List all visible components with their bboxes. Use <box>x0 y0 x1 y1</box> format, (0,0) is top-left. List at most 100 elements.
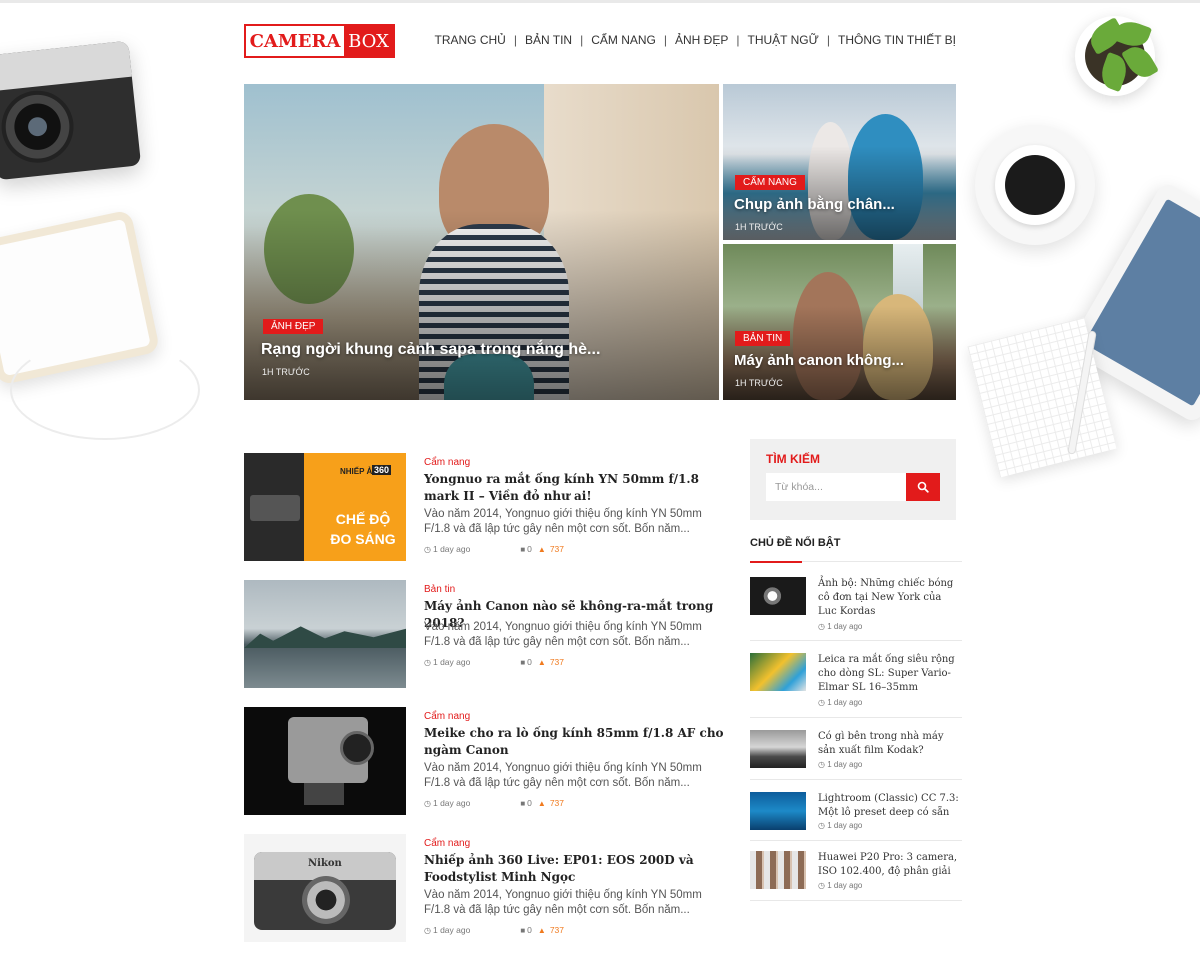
article-time: 1 day ago <box>432 798 471 808</box>
featured-thumbnail[interactable] <box>750 577 806 615</box>
featured-time: ◷ 1 day ago <box>818 821 863 830</box>
article-comments[interactable]: 0 <box>527 657 532 667</box>
hero-main-post[interactable]: ẢNH ĐẸP Rạng ngời khung cảnh sapa trong … <box>244 84 719 400</box>
thumb-title-line-2: ĐO SÁNG <box>330 531 396 547</box>
site-logo[interactable]: CAMERA BOX <box>244 24 395 58</box>
featured-title[interactable]: Ảnh bộ: Những chiếc bóng cô đơn tại New … <box>818 577 962 619</box>
fire-icon: ▲ <box>537 657 546 667</box>
hero-side-post-2[interactable]: BẢN TIN Máy ảnh canon không... 1H TRƯỚC <box>723 244 956 400</box>
article-views: 737 <box>549 798 565 808</box>
article-thumbnail[interactable] <box>244 580 406 688</box>
featured-time: ◷ 1 day ago <box>818 622 863 631</box>
featured-item: Huawei P20 Pro: 3 camera, ISO 102.400, đ… <box>750 851 962 901</box>
fire-icon: ▲ <box>537 798 546 808</box>
featured-item: Ảnh bộ: Những chiếc bóng cô đơn tại New … <box>750 577 962 641</box>
comment-icon: ■ <box>520 925 526 935</box>
article-title[interactable]: Meike cho ra lò ống kính 85mm f/1.8 AF c… <box>424 725 729 759</box>
nav-item-glossary[interactable]: THUẬT NGỮ <box>728 33 818 47</box>
coffee <box>1005 155 1065 215</box>
article-meta: ◷ 1 day ago ■ 0 ▲ 737 <box>424 925 564 935</box>
article-title[interactable]: Yongnuo ra mắt ống kính YN 50mm f/1.8 ma… <box>424 471 729 505</box>
article-category[interactable]: Bản tin <box>424 584 455 595</box>
article-meta: ◷ 1 day ago ■ 0 ▲ 737 <box>424 798 564 808</box>
search-widget: TÌM KIẾM <box>750 439 956 520</box>
featured-time-text: 1 day ago <box>827 821 863 830</box>
coffee-cup <box>995 145 1075 225</box>
article-meta: ◷ 1 day ago ■ 0 ▲ 737 <box>424 544 564 554</box>
plant-decoration <box>1075 16 1159 96</box>
hero-side-2-category-badge[interactable]: BẢN TIN <box>735 331 791 346</box>
main-nav: TRANG CHỦ BẢN TIN CẨM NANG ẢNH ĐẸP THUẬT… <box>435 33 957 47</box>
comment-icon: ■ <box>520 798 526 808</box>
search-heading: TÌM KIẾM <box>766 452 820 466</box>
nav-item-home[interactable]: TRANG CHỦ <box>435 33 506 47</box>
hero-side-1-category-badge[interactable]: CẨM NANG <box>735 175 805 190</box>
article-comments[interactable]: 0 <box>527 798 532 808</box>
article-thumbnail[interactable] <box>244 707 406 815</box>
featured-thumbnail[interactable] <box>750 792 806 830</box>
search-input[interactable] <box>766 473 906 501</box>
logo-text-box: BOX <box>344 26 393 56</box>
search-button[interactable] <box>906 473 940 501</box>
camera-decoration <box>0 40 142 181</box>
hero-side-2-time: 1H TRƯỚC <box>735 378 783 388</box>
thumb-rangefinder-lens <box>302 876 350 924</box>
featured-item: Leica ra mắt ống siêu rộng cho dòng SL: … <box>750 653 962 718</box>
article-title[interactable]: Nhiếp ảnh 360 Live: EP01: EOS 200D và Fo… <box>424 852 729 886</box>
thumb-title-line-1: CHẾ ĐỘ <box>335 511 391 527</box>
logo-text-camera: CAMERA <box>246 26 344 56</box>
hero-main-title[interactable]: Rạng ngời khung cảnh sapa trong nắng hè.… <box>261 341 600 359</box>
article-thumbnail[interactable]: NHIẾP ẢNH 360 CHẾ ĐỘ ĐO SÁNG <box>244 453 406 561</box>
featured-heading: CHỦ ĐỀ NỔI BẬT <box>750 537 841 549</box>
featured-divider-accent <box>750 561 802 563</box>
featured-time: ◷ 1 day ago <box>818 698 863 707</box>
article-category[interactable]: Cẩm nang <box>424 457 470 468</box>
article-category[interactable]: Cẩm nang <box>424 711 470 722</box>
featured-title[interactable]: Leica ra mắt ống siêu rộng cho dòng SL: … <box>818 653 962 695</box>
featured-time-text: 1 day ago <box>827 698 863 707</box>
camera-lens <box>0 87 78 167</box>
thumb-action-mount <box>304 783 344 805</box>
hero-side-1-time: 1H TRƯỚC <box>735 222 783 232</box>
comment-icon: ■ <box>520 544 526 554</box>
article-views: 737 <box>549 657 565 667</box>
article-views: 737 <box>549 925 565 935</box>
article-thumbnail[interactable]: Nikon <box>244 834 406 942</box>
thumb-camera-screen <box>250 495 300 521</box>
hero-side-2-title[interactable]: Máy ảnh canon không... <box>734 352 904 369</box>
article-time: 1 day ago <box>432 925 471 935</box>
featured-time-text: 1 day ago <box>827 760 863 769</box>
featured-title[interactable]: Có gì bên trong nhà máy sản xuất film Ko… <box>818 730 962 758</box>
featured-title[interactable]: Huawei P20 Pro: 3 camera, ISO 102.400, đ… <box>818 851 962 879</box>
nav-item-photos[interactable]: ẢNH ĐẸP <box>656 33 728 47</box>
article-excerpt: Vào năm 2014, Yongnuo giới thiệu ống kín… <box>424 508 702 535</box>
nav-item-news[interactable]: BẢN TIN <box>506 33 572 47</box>
article-excerpt: Vào năm 2014, Yongnuo giới thiệu ống kín… <box>424 762 702 789</box>
clock-icon: ◷ <box>424 544 431 554</box>
featured-thumbnail[interactable] <box>750 730 806 768</box>
featured-thumbnail[interactable] <box>750 851 806 889</box>
hero-main-category-badge[interactable]: ẢNH ĐẸP <box>263 319 324 334</box>
fire-icon: ▲ <box>537 544 546 554</box>
article-item: NHIẾP ẢNH 360 CHẾ ĐỘ ĐO SÁNG Cẩm nang Yo… <box>244 453 729 561</box>
featured-thumbnail[interactable] <box>750 653 806 691</box>
fire-icon: ▲ <box>537 925 546 935</box>
hero-main-time: 1H TRƯỚC <box>262 367 310 377</box>
tablet-screen <box>1083 198 1200 407</box>
hero-side-1-title[interactable]: Chụp ảnh bằng chân... <box>734 196 895 213</box>
featured-title[interactable]: Lightroom (Classic) CC 7.3: Một lô prese… <box>818 792 962 820</box>
nav-item-equipment[interactable]: THÔNG TIN THIẾT BỊ <box>819 33 956 47</box>
clock-icon: ◷ <box>424 657 431 667</box>
article-views: 737 <box>549 544 565 554</box>
thumb-brand-number: 360 <box>372 465 392 475</box>
thumb-camera-brand: Nikon <box>308 858 342 869</box>
article-category[interactable]: Cẩm nang <box>424 838 470 849</box>
featured-time: ◷ 1 day ago <box>818 760 863 769</box>
coffee-decoration <box>975 125 1095 245</box>
comment-icon: ■ <box>520 657 526 667</box>
nav-item-guides[interactable]: CẨM NANG <box>572 33 656 47</box>
article-comments[interactable]: 0 <box>527 544 532 554</box>
hero-side-post-1[interactable]: CẨM NANG Chụp ảnh bằng chân... 1H TRƯỚC <box>723 84 956 240</box>
featured-item: Có gì bên trong nhà máy sản xuất film Ko… <box>750 730 962 780</box>
article-comments[interactable]: 0 <box>527 925 532 935</box>
